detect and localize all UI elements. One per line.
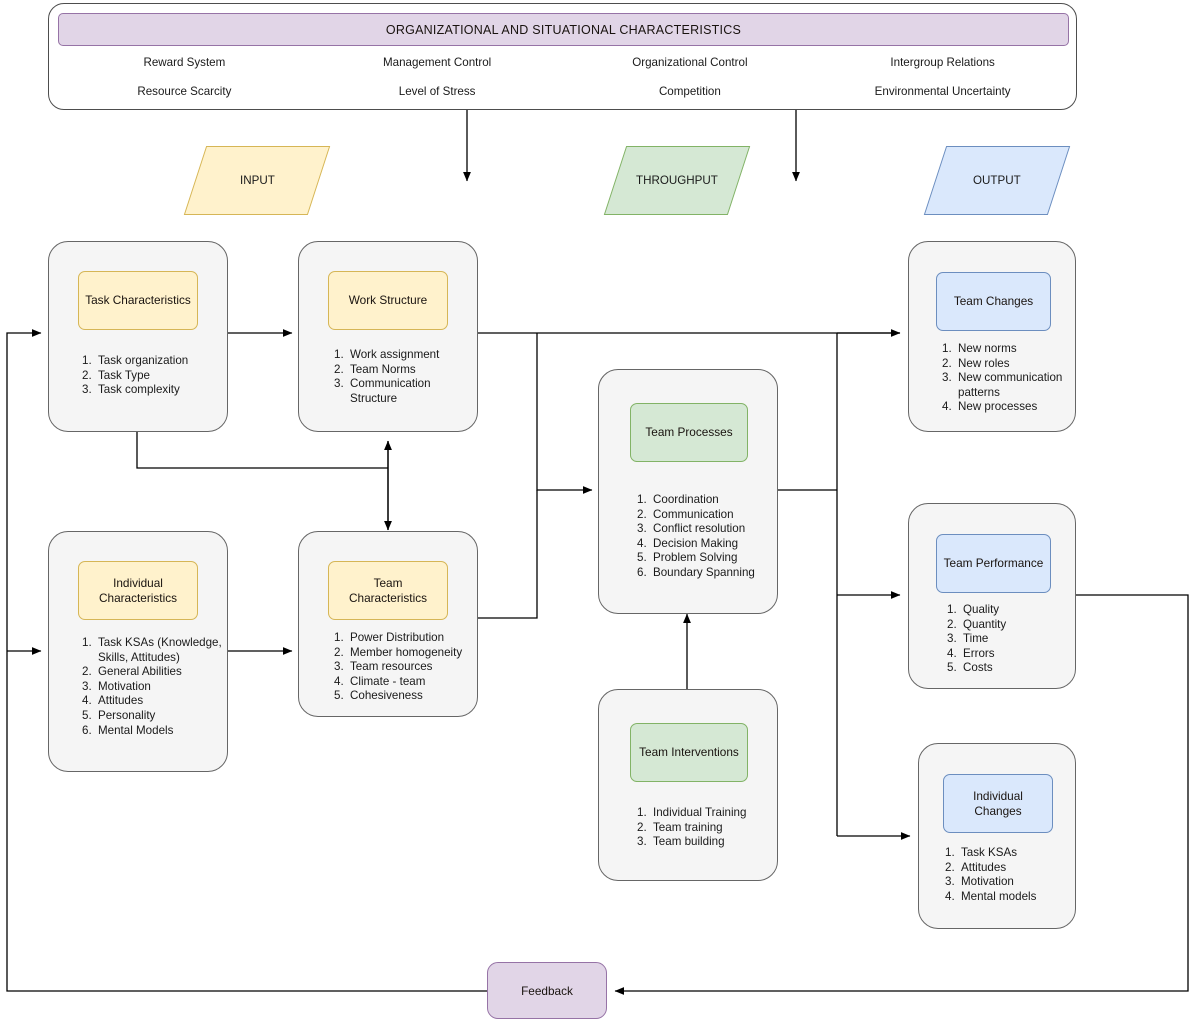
list-item: 5. Personality bbox=[82, 708, 156, 722]
list-item: 2. General Abilities bbox=[82, 665, 182, 679]
node-feedback-title: Feedback bbox=[521, 983, 573, 998]
node-team-performance-items: 1. Quality 2. Quantity 3. Time 4. Errors 5. C… bbox=[947, 603, 1077, 676]
node-team-interventions[interactable]: Team Interventions 1. Individual Training… bbox=[598, 689, 778, 881]
org-factor: Resource Scarcity bbox=[137, 85, 232, 98]
node-task-characteristics-items: 1. Task organization 2. Task Type 3. Task c… bbox=[82, 354, 227, 398]
phase-label-output: OUTPUT bbox=[923, 146, 1071, 215]
node-individual-characteristics[interactable]: Individual Characteristics 1. Task KSAs (… bbox=[48, 531, 228, 772]
list-item: 2. Team training bbox=[637, 820, 723, 834]
list-item: 6. Mental Models bbox=[82, 723, 174, 737]
list-item: 1. Individual Training bbox=[637, 806, 747, 819]
org-factor: Level of Stress bbox=[398, 85, 476, 98]
list-item: 1. Task KSAs bbox=[945, 846, 1018, 859]
node-individual-changes[interactable]: Individual Changes 1. Task KSAs 2. Attitud… bbox=[918, 743, 1076, 929]
node-team-characteristics[interactable]: Team Characteristics 1. Power Distributio… bbox=[298, 531, 478, 717]
list-item: 2. Task Type bbox=[82, 368, 150, 382]
node-team-processes-title: Team Processes bbox=[630, 403, 748, 462]
edge-to-team-processes bbox=[536, 333, 593, 494]
node-individual-characteristics-title: Individual Characteristics bbox=[78, 561, 198, 620]
node-team-changes[interactable]: Team Changes 1. New norms 2. New roles 3. N… bbox=[908, 241, 1076, 432]
node-individual-changes-items: 1. Task KSAs 2. Attitudes 3. Motivation 4. M… bbox=[945, 846, 1075, 904]
list-item: 1. Power Distribution bbox=[334, 631, 445, 644]
list-item: 3. New communication patterns bbox=[942, 371, 1063, 399]
org-characteristics-factors: Reward System Management Control Organiz… bbox=[58, 48, 1069, 106]
list-item: 3. Task complexity bbox=[82, 383, 180, 397]
list-item: 1. Work assignment bbox=[334, 348, 440, 361]
phase-label-throughput: THROUGHPUT bbox=[603, 146, 751, 215]
list-item: 3. Motivation bbox=[82, 679, 151, 693]
list-item: 1. Quality bbox=[947, 603, 1000, 616]
list-item: 3. Communication Structure bbox=[334, 377, 431, 405]
list-item: 3. Motivation bbox=[945, 875, 1014, 889]
list-item: 2. Team Norms bbox=[334, 362, 416, 376]
list-item: 4. Attitudes bbox=[82, 694, 144, 708]
list-item: 5. Costs bbox=[947, 661, 993, 675]
list-item: 4. Mental models bbox=[945, 889, 1037, 903]
node-feedback[interactable]: Feedback bbox=[487, 962, 607, 1019]
list-item: 5. Problem Solving bbox=[637, 551, 738, 565]
list-item: 2. Member homogeneity bbox=[334, 645, 463, 659]
node-team-performance-title: Team Performance bbox=[936, 534, 1051, 593]
org-characteristics-panel: ORGANIZATIONAL AND SITUATIONAL CHARACTER… bbox=[48, 3, 1077, 110]
phase-output-text: OUTPUT bbox=[973, 174, 1021, 187]
list-item: 5. Cohesiveness bbox=[334, 689, 423, 703]
node-work-structure-title: Work Structure bbox=[328, 271, 448, 330]
org-factor: Management Control bbox=[382, 56, 492, 69]
list-item: 1. Coordination bbox=[637, 493, 719, 506]
list-item: 4. Decision Making bbox=[637, 536, 739, 550]
diagram-canvas: ORGANIZATIONAL AND SITUATIONAL CHARACTER… bbox=[0, 0, 1196, 1021]
node-work-structure-items: 1. Work assignment 2. Team Norms 3. Communi… bbox=[334, 348, 469, 406]
node-team-performance[interactable]: Team Performance 1. Quality 2. Quantity 3.… bbox=[908, 503, 1076, 689]
phase-input-text: INPUT bbox=[239, 174, 275, 187]
list-item: 1. Task KSAs (Knowledge, Skills, Attitude… bbox=[82, 636, 222, 664]
list-item: 3. Conflict resolution bbox=[637, 522, 746, 536]
node-team-processes-items: 1. Coordination 2. Communication 3. Conflic… bbox=[637, 493, 779, 581]
edge-team-characteristics-to-processes bbox=[478, 490, 538, 619]
list-item: 1. Task organization bbox=[82, 354, 189, 367]
list-item: 4. Climate - team bbox=[334, 674, 426, 688]
node-individual-changes-title: Individual Changes bbox=[943, 774, 1053, 833]
node-team-processes[interactable]: Team Processes 1. Coordination 2. Communic… bbox=[598, 369, 778, 614]
org-characteristics-title: ORGANIZATIONAL AND SITUATIONAL CHARACTER… bbox=[58, 13, 1069, 46]
phase-label-input: INPUT bbox=[183, 146, 331, 215]
list-item: 1. New norms bbox=[942, 342, 1017, 355]
node-team-changes-items: 1. New norms 2. New roles 3. New communicat… bbox=[942, 342, 1077, 415]
list-item: 2. Attitudes bbox=[945, 860, 1007, 874]
org-factor: Intergroup Relations bbox=[890, 56, 995, 69]
list-item: 6. Boundary Spanning bbox=[637, 565, 755, 579]
node-team-characteristics-items: 1. Power Distribution 2. Member homogeneit… bbox=[334, 631, 479, 704]
org-factor: Competition bbox=[658, 85, 721, 98]
list-item: 2. New roles bbox=[942, 356, 1010, 370]
list-item: 3. Team building bbox=[637, 835, 725, 849]
list-item: 4. New processes bbox=[942, 400, 1038, 414]
node-work-structure[interactable]: Work Structure 1. Work assignment 2. Team … bbox=[298, 241, 478, 432]
node-team-changes-title: Team Changes bbox=[936, 272, 1051, 331]
list-item: 3. Team resources bbox=[334, 660, 433, 674]
list-item: 3. Time bbox=[947, 632, 989, 646]
node-team-interventions-items: 1. Individual Training 2. Team training 3.… bbox=[637, 806, 779, 850]
node-team-interventions-title: Team Interventions bbox=[630, 723, 748, 782]
org-factor: Reward System bbox=[143, 56, 226, 69]
node-task-characteristics[interactable]: Task Characteristics 1. Task organization… bbox=[48, 241, 228, 432]
node-task-characteristics-title: Task Characteristics bbox=[78, 271, 198, 330]
org-factor: Environmental Uncertainty bbox=[874, 85, 1011, 98]
node-team-characteristics-title: Team Characteristics bbox=[328, 561, 448, 620]
phase-throughput-text: THROUGHPUT bbox=[636, 174, 718, 187]
node-individual-characteristics-items: 1. Task KSAs (Knowledge, Skills, Attitude… bbox=[82, 636, 224, 738]
list-item: 2. Quantity bbox=[947, 617, 1007, 631]
list-item: 4. Errors bbox=[947, 646, 995, 660]
org-factor: Organizational Control bbox=[632, 56, 748, 69]
list-item: 2. Communication bbox=[637, 507, 734, 521]
edge-task-characteristics-drop bbox=[136, 432, 388, 469]
